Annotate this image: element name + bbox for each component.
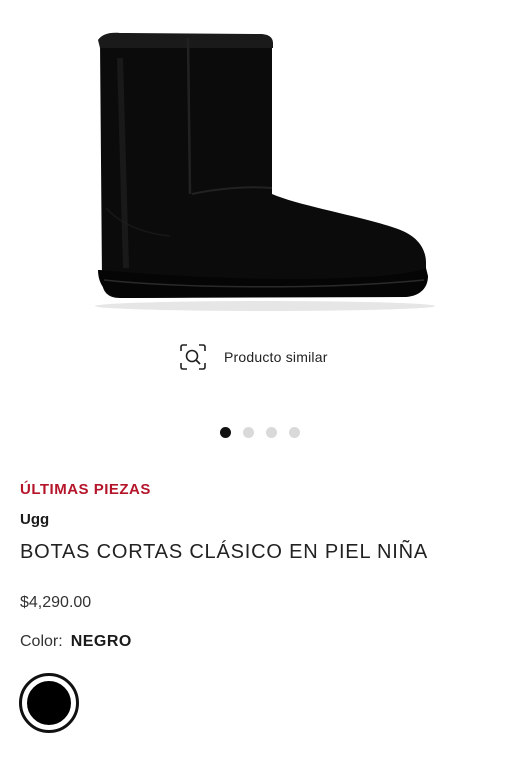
- product-price: $4,290.00: [20, 594, 92, 611]
- product-title: BOTAS CORTAS CLÁSICO EN PIEL NIÑA: [20, 541, 428, 563]
- color-swatch-fill: [25, 679, 73, 727]
- color-swatch[interactable]: [19, 673, 79, 733]
- similar-product-label: Producto similar: [224, 349, 328, 365]
- color-value: NEGRO: [70, 633, 132, 650]
- color-label: Color:: [20, 633, 63, 650]
- stock-badge: ÚLTIMAS PIEZAS: [20, 481, 151, 498]
- carousel-dot[interactable]: [243, 427, 254, 438]
- carousel-dot[interactable]: [289, 427, 300, 438]
- carousel-dot[interactable]: [220, 427, 231, 438]
- visual-search-icon: [180, 344, 206, 370]
- boot-icon: [95, 32, 435, 311]
- color-row: Color: NEGRO: [20, 633, 132, 651]
- carousel-dot[interactable]: [266, 427, 277, 438]
- product-image[interactable]: [60, 18, 460, 318]
- carousel-indicator: [220, 427, 300, 438]
- brand-name[interactable]: Ugg: [20, 511, 49, 528]
- similar-product-button[interactable]: Producto similar: [178, 342, 328, 372]
